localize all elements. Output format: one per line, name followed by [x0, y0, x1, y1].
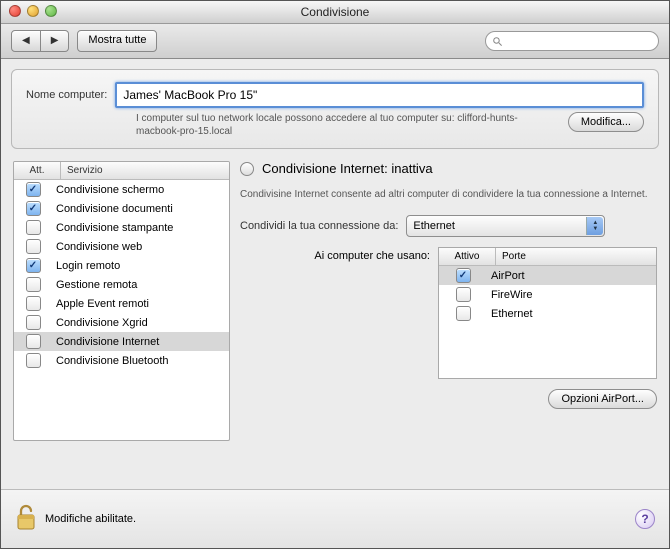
- port-checkbox[interactable]: [456, 268, 471, 283]
- service-row[interactable]: Condivisione Internet: [14, 332, 229, 351]
- service-checkbox[interactable]: [26, 334, 41, 349]
- popup-arrows-icon: ▲▼: [586, 217, 603, 235]
- computer-name-label: Nome computer:: [26, 89, 107, 101]
- port-label: AirPort: [487, 270, 656, 282]
- service-label: Condivisione schermo: [52, 184, 229, 196]
- service-checkbox[interactable]: [26, 258, 41, 273]
- service-row[interactable]: Gestione remota: [14, 275, 229, 294]
- computer-name-subtext: I computer sul tuo network locale posson…: [136, 112, 556, 138]
- computer-name-panel: Nome computer: I computer sul tuo networ…: [11, 69, 659, 149]
- service-checkbox[interactable]: [26, 296, 41, 311]
- service-row[interactable]: Login remoto: [14, 256, 229, 275]
- services-list[interactable]: Condivisione schermo Condivisione documen…: [14, 180, 229, 440]
- service-checkbox[interactable]: [26, 277, 41, 292]
- service-label: Condivisione Internet: [52, 336, 229, 348]
- airport-options-button[interactable]: Opzioni AirPort...: [548, 389, 657, 409]
- nav-segment: ◀ ▶: [11, 30, 69, 52]
- service-label: Login remoto: [52, 260, 229, 272]
- to-computers-label: Ai computer che usano:: [240, 247, 430, 262]
- service-row[interactable]: Apple Event remoti: [14, 294, 229, 313]
- toolbar: ◀ ▶ Mostra tutte: [1, 24, 669, 59]
- services-header-on[interactable]: Att.: [14, 162, 61, 179]
- service-row[interactable]: Condivisione Bluetooth: [14, 351, 229, 370]
- service-row[interactable]: Condivisione stampante: [14, 218, 229, 237]
- back-button[interactable]: ◀: [11, 30, 41, 52]
- triangle-right-icon: ▶: [51, 35, 59, 46]
- service-description: Condivisine Internet consente ad altri c…: [240, 188, 657, 201]
- service-label: Condivisione Xgrid: [52, 317, 229, 329]
- service-label: Condivisione stampante: [52, 222, 229, 234]
- status-radio[interactable]: [240, 162, 254, 176]
- services-header: Att. Servizio: [14, 162, 229, 180]
- service-row[interactable]: Condivisione documenti: [14, 199, 229, 218]
- service-label: Condivisione Bluetooth: [52, 355, 229, 367]
- service-label: Condivisione documenti: [52, 203, 229, 215]
- search-icon: [492, 36, 503, 47]
- help-button[interactable]: ?: [635, 509, 655, 529]
- port-checkbox[interactable]: [456, 287, 471, 302]
- service-checkbox[interactable]: [26, 201, 41, 216]
- status-title: Condivisione Internet: inattiva: [262, 161, 433, 176]
- lock-status-text: Modifiche abilitate.: [45, 513, 136, 525]
- service-row[interactable]: Condivisione web: [14, 237, 229, 256]
- service-label: Apple Event remoti: [52, 298, 229, 310]
- port-label: Ethernet: [487, 308, 656, 320]
- port-row[interactable]: Ethernet: [439, 304, 656, 323]
- footer: Modifiche abilitate. ?: [1, 489, 669, 548]
- ports-header-ports[interactable]: Porte: [496, 248, 656, 265]
- service-checkbox[interactable]: [26, 353, 41, 368]
- service-checkbox[interactable]: [26, 182, 41, 197]
- services-header-service[interactable]: Servizio: [61, 162, 229, 179]
- ports-header-on[interactable]: Attivo: [439, 248, 496, 265]
- preferences-window: Condivisione ◀ ▶ Mostra tutte Nome compu…: [0, 0, 670, 549]
- service-detail: Condivisione Internet: inattiva Condivis…: [240, 161, 657, 441]
- ports-table: Attivo Porte AirPort FireWire Ethernet: [438, 247, 657, 379]
- port-row[interactable]: AirPort: [439, 266, 656, 285]
- search-field[interactable]: [485, 31, 659, 51]
- edit-hostname-button[interactable]: Modifica...: [568, 112, 644, 132]
- services-table: Att. Servizio Condivisione schermoCondiv…: [13, 161, 230, 441]
- service-checkbox[interactable]: [26, 220, 41, 235]
- triangle-left-icon: ◀: [22, 35, 30, 46]
- main-content: Att. Servizio Condivisione schermoCondiv…: [1, 149, 669, 441]
- port-row[interactable]: FireWire: [439, 285, 656, 304]
- service-label: Gestione remota: [52, 279, 229, 291]
- share-from-popup[interactable]: Ethernet ▲▼: [406, 215, 605, 237]
- titlebar: Condivisione: [1, 1, 669, 24]
- service-row[interactable]: Condivisione schermo: [14, 180, 229, 199]
- service-label: Condivisione web: [52, 241, 229, 253]
- port-checkbox[interactable]: [456, 306, 471, 321]
- port-label: FireWire: [487, 289, 656, 301]
- share-from-value: Ethernet: [413, 220, 586, 232]
- service-checkbox[interactable]: [26, 315, 41, 330]
- ports-list[interactable]: AirPort FireWire Ethernet: [439, 266, 656, 323]
- ports-header: Attivo Porte: [439, 248, 656, 266]
- service-row[interactable]: Condivisione Xgrid: [14, 313, 229, 332]
- window-title: Condivisione: [1, 1, 669, 23]
- lock-icon[interactable]: [15, 504, 37, 535]
- show-all-button[interactable]: Mostra tutte: [77, 30, 157, 52]
- computer-name-input[interactable]: [115, 82, 644, 108]
- service-checkbox[interactable]: [26, 239, 41, 254]
- forward-button[interactable]: ▶: [41, 30, 70, 52]
- share-from-label: Condividi la tua connessione da:: [240, 220, 398, 232]
